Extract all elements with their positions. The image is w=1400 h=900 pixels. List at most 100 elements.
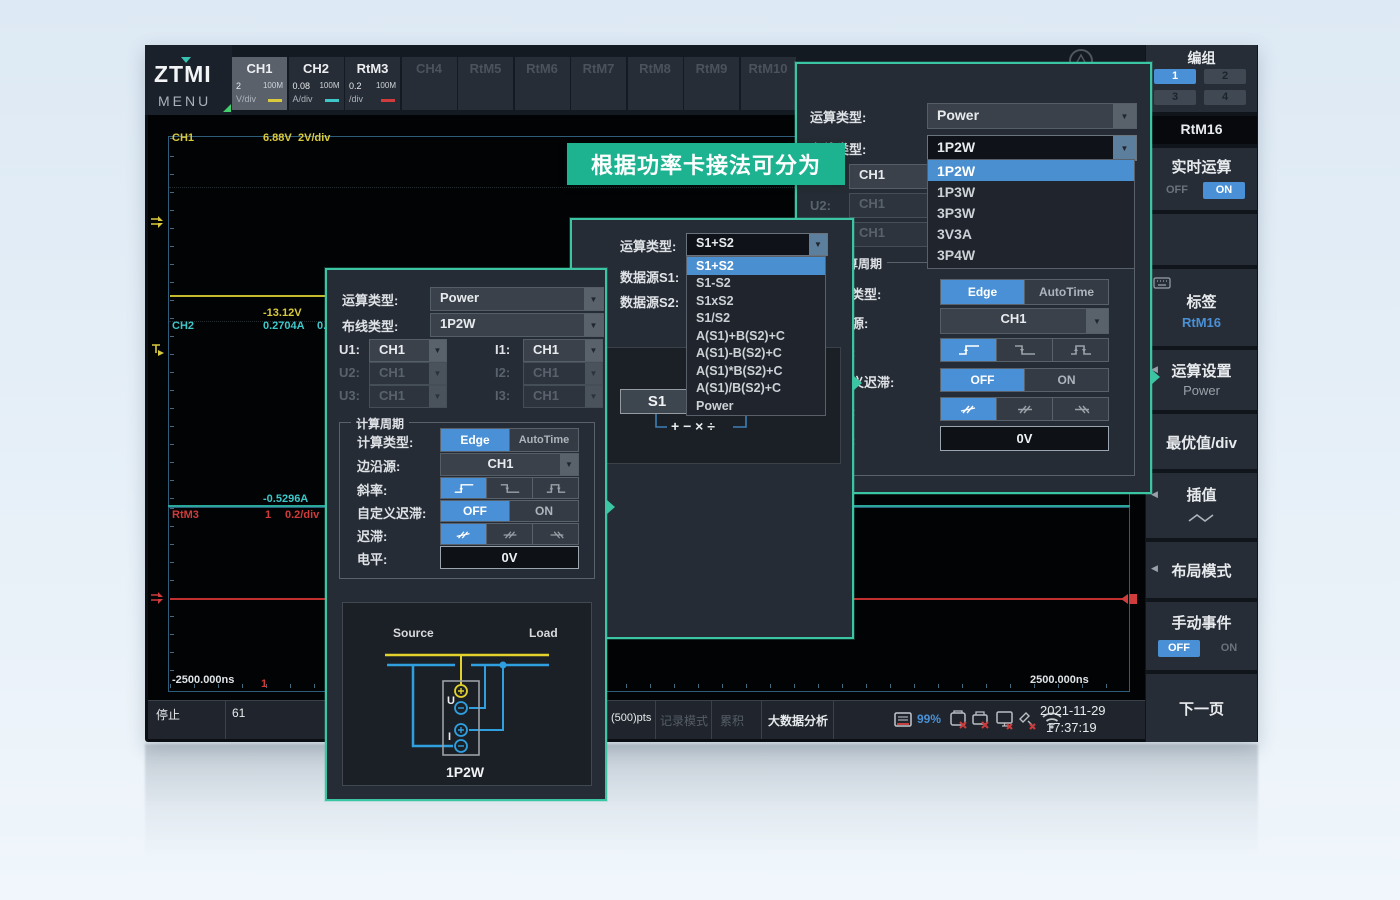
slope-both-button[interactable] bbox=[532, 478, 578, 498]
sidebar-section-manual-event[interactable]: 手动事件 OFF ON bbox=[1146, 602, 1257, 670]
sidebar-section-realtime[interactable]: 实时运算 OFF ON bbox=[1146, 148, 1257, 210]
hysteresis-large-button[interactable] bbox=[1052, 398, 1108, 420]
u2-combo: CH1 ▼ bbox=[369, 362, 447, 385]
record-points: (500)pts bbox=[611, 712, 651, 724]
wiring-type-combo[interactable]: 1P2W ▼ bbox=[927, 135, 1137, 161]
dropdown-option[interactable]: S1xS2 bbox=[687, 292, 825, 310]
tab-ch2[interactable]: CH2 0.08 100M A/div bbox=[289, 57, 344, 110]
sidebar-section-next-page[interactable]: 下一页 bbox=[1146, 674, 1257, 742]
hysteresis-medium-button[interactable] bbox=[486, 524, 532, 544]
edge-button[interactable]: Edge bbox=[441, 429, 509, 451]
slope-fall-button[interactable] bbox=[996, 339, 1052, 361]
storage-percent: 99% bbox=[917, 712, 941, 726]
chevron-down-icon: ▼ bbox=[584, 314, 603, 336]
group-title: 编组 bbox=[1146, 48, 1257, 68]
trigger-level-icon[interactable] bbox=[150, 343, 166, 357]
power-dialog-left: 运算类型: Power ▼ 布线类型: 1P2W ▼ U1: CH1 ▼ I1:… bbox=[325, 268, 607, 801]
hysteresis-on-button[interactable]: ON bbox=[509, 501, 578, 521]
autotime-button[interactable]: AutoTime bbox=[1024, 280, 1108, 304]
dropdown-option[interactable]: 3P4W bbox=[928, 244, 1134, 265]
sidebar-section-best-div[interactable]: 最优值/div bbox=[1146, 414, 1257, 469]
tab-ch4[interactable]: CH4 bbox=[402, 57, 457, 110]
gps-satellite-icon bbox=[1016, 709, 1038, 731]
tab-rtm6[interactable]: RtM6 bbox=[515, 57, 570, 110]
slope-both-button[interactable] bbox=[1052, 339, 1108, 361]
rtm3-trace bbox=[850, 598, 1128, 600]
rtm3-trigger-icon[interactable] bbox=[149, 591, 165, 605]
dropdown-option[interactable]: 1P3W bbox=[928, 181, 1134, 202]
svg-text:U: U bbox=[447, 695, 455, 707]
device-reflection bbox=[145, 744, 1258, 884]
edge-source-combo[interactable]: CH1 ▼ bbox=[440, 453, 579, 476]
chevron-down-icon: ▼ bbox=[1113, 104, 1136, 128]
dropdown-option[interactable]: S1-S2 bbox=[687, 275, 825, 293]
dropdown-option[interactable]: S1/S2 bbox=[687, 310, 825, 328]
tab-rtm5[interactable]: RtM5 bbox=[458, 57, 513, 110]
tab-rtm8[interactable]: RtM8 bbox=[628, 57, 683, 110]
dropdown-option[interactable]: 3V3A bbox=[928, 223, 1134, 244]
slope-rise-button[interactable] bbox=[941, 339, 996, 361]
status-date: 2021-11-29 bbox=[1040, 703, 1106, 718]
svg-text:1P2W: 1P2W bbox=[446, 764, 485, 780]
realtime-off[interactable]: OFF bbox=[1160, 182, 1194, 199]
hysteresis-on-button[interactable]: ON bbox=[1024, 369, 1108, 391]
calc-type-segment: Edge AutoTime bbox=[440, 428, 579, 452]
tab-rtm9[interactable]: RtM9 bbox=[684, 57, 739, 110]
menu-button[interactable]: MENU bbox=[158, 93, 211, 109]
label-value: RtM16 bbox=[1146, 315, 1257, 330]
sidebar-section-layout-mode[interactable]: ◀ 布局模式 bbox=[1146, 542, 1257, 598]
dropdown-option[interactable]: Power bbox=[687, 397, 825, 415]
i1-combo[interactable]: CH1 ▼ bbox=[523, 339, 603, 362]
ch1-trigger-icon[interactable] bbox=[149, 215, 165, 229]
calc-type-combo[interactable]: Power ▼ bbox=[430, 287, 604, 311]
dropdown-option[interactable]: A(S1)-B(S2)+C bbox=[687, 345, 825, 363]
manual-event-off[interactable]: OFF bbox=[1158, 640, 1200, 657]
sidebar-section-empty bbox=[1146, 214, 1257, 265]
autotime-button[interactable]: AutoTime bbox=[509, 429, 578, 451]
level-field[interactable]: 0V bbox=[440, 546, 579, 569]
callout-pointer bbox=[1152, 370, 1160, 384]
tab-rtm10[interactable]: RtM10 bbox=[741, 57, 796, 110]
group-button-2[interactable]: 2 bbox=[1204, 69, 1246, 84]
math-type-combo[interactable]: S1+S2 ▼ bbox=[686, 233, 828, 256]
sidebar-section-calc-settings[interactable]: ◀ 运算设置 Power bbox=[1146, 350, 1257, 410]
dropdown-option[interactable]: 3P3W bbox=[928, 202, 1134, 223]
wiring-type-combo[interactable]: 1P2W ▼ bbox=[430, 313, 604, 337]
printer-icon bbox=[970, 709, 992, 731]
sidebar-section-interpolation[interactable]: ◀ 插值 bbox=[1146, 473, 1257, 538]
hysteresis-medium-button[interactable] bbox=[996, 398, 1052, 420]
u1-combo[interactable]: CH1 ▼ bbox=[369, 339, 447, 362]
custom-hysteresis-segment: OFF ON bbox=[940, 368, 1109, 392]
edge-button[interactable]: Edge bbox=[941, 280, 1024, 304]
big-data-analysis-label: 大数据分析 bbox=[768, 712, 828, 729]
ch1-scale: 2V/div bbox=[298, 132, 330, 144]
slope-segment bbox=[440, 477, 579, 499]
realtime-on[interactable]: ON bbox=[1203, 182, 1245, 199]
hysteresis-large-button[interactable] bbox=[532, 524, 578, 544]
dropdown-option[interactable]: S1+S2 bbox=[687, 257, 825, 275]
slope-rise-button[interactable] bbox=[441, 478, 486, 498]
group-button-1[interactable]: 1 bbox=[1154, 69, 1196, 84]
slope-fall-button[interactable] bbox=[486, 478, 532, 498]
dropdown-option[interactable]: A(S1)+B(S2)+C bbox=[687, 327, 825, 345]
hysteresis-small-button[interactable] bbox=[941, 398, 996, 420]
group-button-3[interactable]: 3 bbox=[1154, 90, 1196, 105]
sidebar-section-label[interactable]: 标签 RtM16 bbox=[1146, 269, 1257, 346]
dropdown-option[interactable]: 1P2W bbox=[928, 160, 1134, 181]
group-button-4[interactable]: 4 bbox=[1204, 90, 1246, 105]
dropdown-option[interactable]: A(S1)/B(S2)+C bbox=[687, 380, 825, 398]
level-field[interactable]: 0V bbox=[940, 426, 1109, 451]
hysteresis-off-button[interactable]: OFF bbox=[941, 369, 1024, 391]
hysteresis-off-button[interactable]: OFF bbox=[441, 501, 509, 521]
tab-rtm7[interactable]: RtM7 bbox=[571, 57, 626, 110]
calc-type-combo[interactable]: Power ▼ bbox=[927, 103, 1137, 129]
edge-source-combo[interactable]: CH1 ▼ bbox=[940, 308, 1109, 334]
tab-ch1[interactable]: CH1 2 100M V/div bbox=[232, 57, 287, 110]
wiring-diagram-panel: Source Load U I 1P2W bbox=[342, 602, 592, 786]
hysteresis-small-button[interactable] bbox=[441, 524, 486, 544]
tab-rtm3[interactable]: RtM3 0.2 100M /div bbox=[345, 57, 400, 110]
time-right-label: 2500.000ns bbox=[1030, 674, 1089, 686]
manual-event-on[interactable]: ON bbox=[1212, 640, 1246, 657]
brand-logo: ZTMI bbox=[154, 61, 212, 88]
dropdown-option[interactable]: A(S1)*B(S2)+C bbox=[687, 362, 825, 380]
